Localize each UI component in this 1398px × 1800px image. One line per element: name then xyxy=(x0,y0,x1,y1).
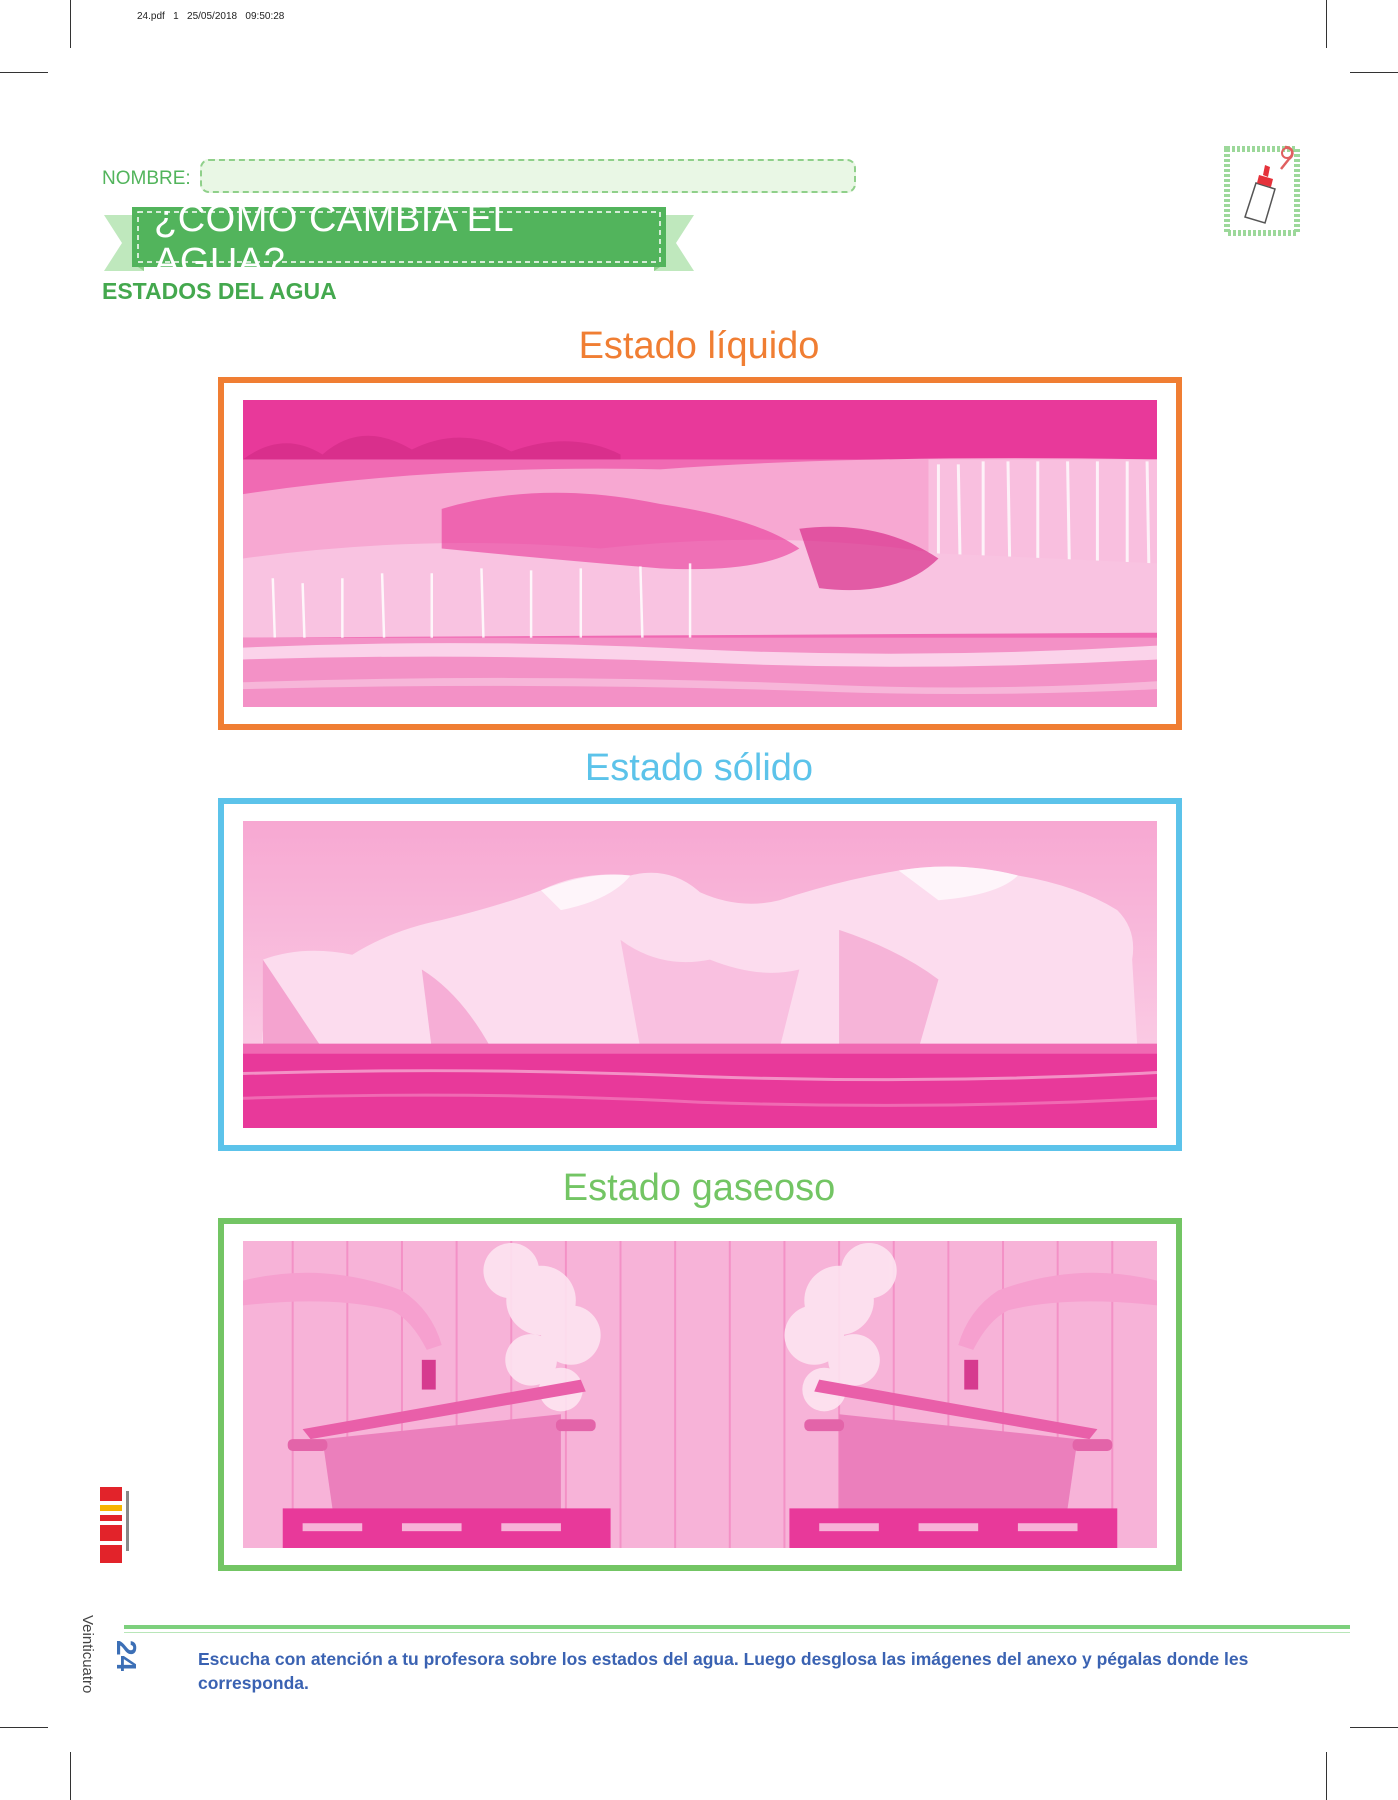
instructions-text: Escucha con atención a tu profesora sobr… xyxy=(198,1649,1249,1693)
crop-mark xyxy=(1326,1752,1327,1800)
section-title-solid: Estado sólido xyxy=(584,747,814,789)
image-frame-liquid xyxy=(218,377,1182,730)
crop-mark xyxy=(0,1727,48,1728)
crop-mark xyxy=(1350,1727,1398,1728)
steaming-pots-image xyxy=(243,1241,1157,1548)
section-title-liquid: Estado líquido xyxy=(578,325,820,367)
image-frame-gas xyxy=(218,1218,1182,1571)
crop-mark xyxy=(1350,72,1398,73)
page-word: Veinticuatro xyxy=(79,1615,96,1694)
crop-mark xyxy=(1326,0,1327,48)
image-frame-solid xyxy=(218,798,1182,1151)
crop-mark xyxy=(70,0,71,48)
page-title: ¿CÓMO CAMBIA EL AGUA? xyxy=(154,198,513,283)
brand-logo xyxy=(96,1485,136,1575)
iceberg-image xyxy=(243,821,1157,1128)
page-number: 24 xyxy=(111,1640,142,1672)
crop-mark xyxy=(0,72,48,73)
crop-mark xyxy=(70,1752,71,1800)
name-label: NOMBRE: xyxy=(102,168,191,189)
title-banner: ¿CÓMO CAMBIA EL AGUA? xyxy=(104,198,694,283)
waterfall-image xyxy=(243,400,1157,707)
name-field[interactable] xyxy=(200,159,856,193)
glue-icon xyxy=(1223,145,1301,237)
section-title-gas: Estado gaseoso xyxy=(562,1167,836,1209)
footer-rule-thin xyxy=(124,1632,1350,1633)
print-info: 24.pdf 1 25/05/2018 09:50:28 xyxy=(137,11,285,22)
page-subtitle: ESTADOS DEL AGUA xyxy=(102,278,337,304)
footer-rule xyxy=(124,1625,1350,1629)
